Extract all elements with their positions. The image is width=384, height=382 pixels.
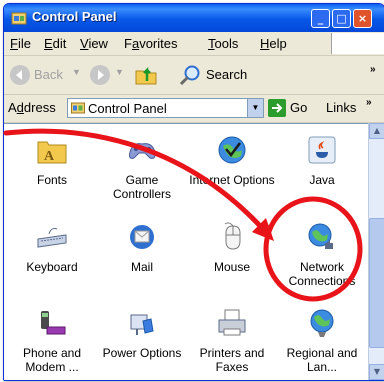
minimize-button[interactable]: _ — [311, 9, 330, 28]
address-label: Address — [8, 100, 56, 115]
mouse-icon — [224, 222, 241, 250]
back-arrow-icon — [10, 65, 30, 85]
item-internet-options[interactable]: Internet Options — [187, 134, 277, 187]
window-title: Control Panel — [32, 9, 117, 24]
svg-text:A: A — [44, 149, 55, 164]
fonts-folder-icon: A — [37, 141, 67, 164]
menu-help[interactable]: Help — [260, 36, 287, 51]
item-label: Keyboard — [26, 260, 78, 274]
menu-view-label: iew — [88, 36, 108, 51]
scrollbar-thumb[interactable] — [369, 218, 384, 348]
java-icon — [308, 136, 336, 164]
menu-tools-label: ools — [214, 36, 239, 51]
menu-edit[interactable]: Edit — [44, 36, 66, 51]
menu-help-accelerator: H — [260, 36, 270, 51]
address-label-post: dress — [23, 100, 56, 115]
item-keyboard[interactable]: Keyboard — [7, 221, 97, 274]
item-network-connections[interactable]: Network Connections — [277, 221, 367, 288]
search-button[interactable]: Search — [176, 56, 286, 94]
menu-bar: File Edit View Favorites Tools Help — [4, 32, 384, 56]
item-label: Network Connections — [288, 260, 356, 288]
regional-language-icon — [310, 309, 334, 337]
address-label-accelerator: d — [16, 100, 24, 115]
item-label: Game Controllers — [112, 173, 172, 201]
menu-file[interactable]: File — [10, 36, 31, 51]
menu-tools[interactable]: Tools — [208, 36, 238, 51]
go-button[interactable]: Go — [268, 98, 314, 118]
up-folder-icon — [135, 66, 157, 85]
item-label: Printers and Faxes — [199, 346, 265, 374]
mail-icon — [130, 225, 154, 249]
links-chevron-icon[interactable]: » — [366, 97, 372, 108]
search-label: Search — [206, 67, 248, 82]
back-label: Back — [34, 67, 63, 82]
up-folder-button[interactable] — [134, 56, 158, 94]
title-bar[interactable]: Control Panel _ □ × — [4, 4, 384, 32]
network-connections-icon — [308, 223, 333, 249]
standard-toolbar: Back ▼ ▼ Search » — [4, 56, 384, 95]
item-mouse[interactable]: Mouse — [187, 221, 277, 274]
screenshot-frame: Control Panel _ □ × File Edit View Favor… — [0, 0, 384, 382]
vertical-scrollbar[interactable]: ▲ ▼ — [368, 123, 384, 380]
item-label: Mouse — [213, 260, 251, 274]
search-icon — [179, 65, 200, 86]
menu-view[interactable]: View — [80, 36, 108, 51]
item-label: Power Options — [102, 346, 182, 360]
item-label: Phone and Modem ... — [22, 346, 82, 374]
forward-arrow-icon — [90, 65, 110, 85]
item-label: Java — [309, 173, 335, 187]
windows-logo-area — [331, 33, 384, 54]
item-phone-and-modem[interactable]: Phone and Modem ... — [7, 307, 97, 374]
control-panel-small-icon — [71, 102, 85, 114]
menu-favorites[interactable]: Favorites — [124, 36, 177, 51]
scroll-down-button[interactable]: ▼ — [369, 364, 384, 380]
menu-help-label: elp — [269, 36, 287, 51]
game-controller-icon — [129, 143, 156, 159]
address-bar: Address Control Panel ▼ Go Links » — [4, 95, 384, 123]
internet-options-icon — [218, 136, 246, 164]
scroll-up-button[interactable]: ▲ — [369, 123, 384, 139]
menu-file-accelerator: F — [10, 36, 18, 51]
control-panel-icon — [11, 12, 27, 25]
close-button[interactable]: × — [353, 9, 372, 28]
item-game-controllers[interactable]: Game Controllers — [97, 134, 187, 201]
maximize-button[interactable]: □ — [332, 9, 351, 28]
item-java[interactable]: Java — [277, 134, 367, 187]
address-label-pre: A — [8, 100, 17, 115]
menu-favorites-label: vorites — [139, 36, 178, 51]
toolbar-chevron-icon[interactable]: » — [370, 64, 376, 75]
item-regional-and-language[interactable]: Regional and Lan... — [277, 307, 367, 374]
item-fonts[interactable]: A Fonts — [7, 134, 97, 187]
back-dropdown-icon[interactable]: ▼ — [72, 67, 81, 77]
menu-favorites-label-pre: F — [124, 36, 132, 51]
phone-modem-icon — [41, 311, 66, 335]
back-button[interactable]: Back ▼ — [10, 56, 86, 94]
explorer-window: Control Panel _ □ × File Edit View Favor… — [3, 3, 384, 381]
go-label: Go — [290, 100, 308, 115]
item-label: Fonts — [36, 173, 67, 187]
item-label: Internet Options — [189, 173, 275, 187]
forward-button[interactable]: ▼ — [90, 56, 130, 94]
item-label: Regional and Lan... — [286, 346, 358, 374]
links-label[interactable]: Links — [326, 100, 356, 115]
address-input[interactable]: Control Panel — [67, 98, 248, 118]
menu-edit-label: dit — [52, 36, 67, 51]
item-power-options[interactable]: Power Options — [97, 307, 187, 360]
go-arrow-icon — [268, 99, 286, 117]
keyboard-icon — [37, 228, 67, 248]
address-dropdown-icon[interactable]: ▼ — [247, 98, 264, 118]
forward-dropdown-icon[interactable]: ▼ — [115, 67, 124, 77]
item-label: Mail — [130, 260, 153, 274]
printers-faxes-icon — [218, 309, 246, 336]
menu-edit-accelerator: E — [44, 36, 53, 51]
menu-file-label: ile — [17, 36, 31, 51]
item-printers-and-faxes[interactable]: Printers and Faxes — [187, 307, 277, 374]
power-options-icon — [130, 314, 154, 335]
control-panel-items: A Fonts Game Controllers Internet Option… — [4, 123, 368, 380]
item-mail[interactable]: Mail — [97, 221, 187, 274]
address-value: Control Panel — [88, 101, 167, 116]
